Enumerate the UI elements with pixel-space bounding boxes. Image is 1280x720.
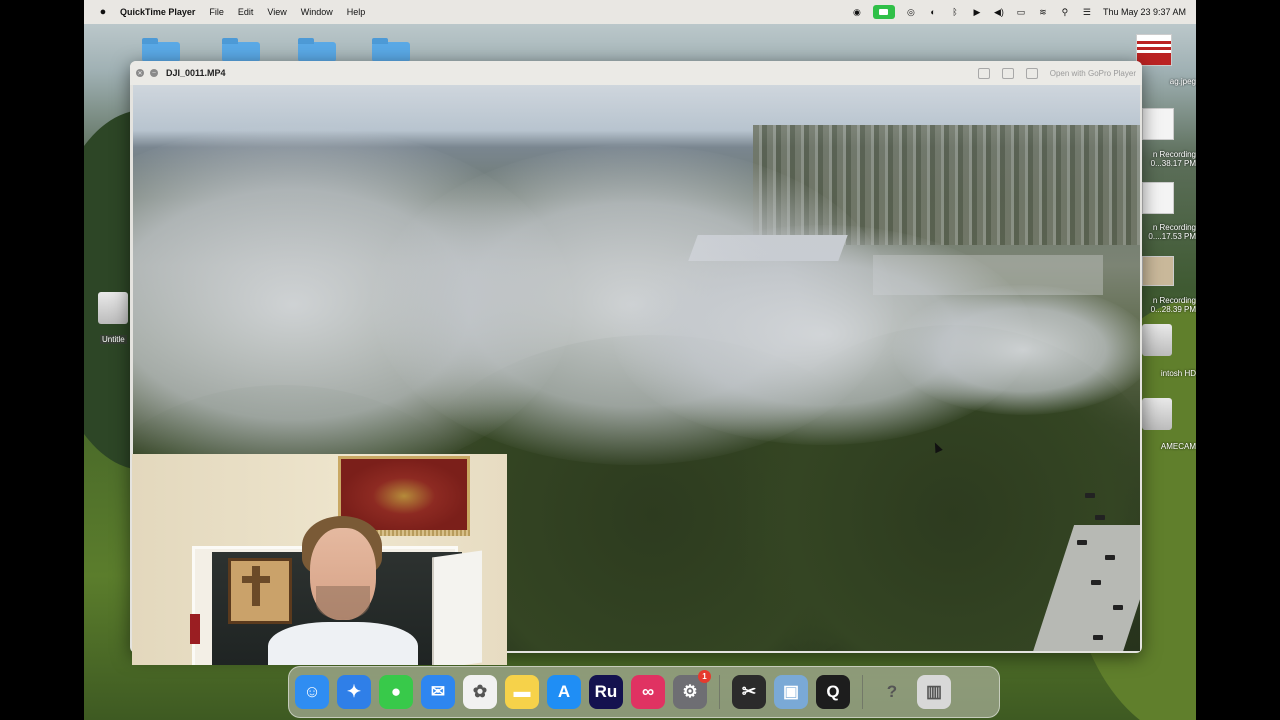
- battery-icon[interactable]: ▭: [1015, 7, 1027, 17]
- cross-icon: [252, 566, 260, 606]
- system-settings-icon[interactable]: ⚙ 1: [673, 670, 711, 709]
- smoke-plume: [893, 285, 1140, 415]
- recording-thumbnail-icon[interactable]: [1142, 108, 1174, 140]
- car: [1093, 635, 1103, 640]
- recording-thumbnail-icon[interactable]: [1142, 182, 1174, 214]
- mail-icon[interactable]: ✉: [421, 675, 455, 709]
- menu-bar-extras: ◉ ◎ ◐ ᛒ ▶ ◀) ▭ ≋ ⚲ ☰ Thu May 23 9:37 AM: [851, 0, 1186, 24]
- drive-icon[interactable]: [98, 292, 128, 324]
- facetime-camera-icon[interactable]: [872, 5, 895, 19]
- wifi-icon[interactable]: ≋: [1037, 7, 1049, 17]
- folder-icon[interactable]: [222, 38, 260, 62]
- rotate-icon[interactable]: [1001, 67, 1014, 79]
- desktop-item-label[interactable]: ag.jpeg: [1156, 77, 1196, 86]
- messages-icon[interactable]: ●: [379, 675, 413, 709]
- webcam-overlay: [132, 454, 507, 665]
- car: [1105, 555, 1115, 560]
- folder-icon[interactable]: [372, 38, 410, 62]
- minimize-icon[interactable]: –: [150, 69, 158, 77]
- app-store-icon[interactable]: A: [547, 675, 581, 709]
- window-titlebar[interactable]: ✕ – DJI_0011.MP4 Open with GoPro Player: [130, 61, 1142, 85]
- recording-thumbnail-icon[interactable]: [1142, 256, 1174, 286]
- sync-icon[interactable]: ◐: [927, 7, 939, 17]
- trash-icon[interactable]: ▥: [917, 675, 951, 709]
- control-center-icon[interactable]: ☰: [1081, 7, 1093, 17]
- share-icon[interactable]: [1025, 67, 1038, 79]
- window-title: DJI_0011.MP4: [166, 68, 226, 78]
- record-icon[interactable]: ◉: [851, 7, 863, 17]
- person-beard: [316, 586, 370, 620]
- creative-cloud-icon[interactable]: ∞: [631, 675, 665, 709]
- titlebar-tools: Open with GoPro Player: [977, 61, 1136, 85]
- photos-icon[interactable]: ✿: [463, 675, 497, 709]
- cross-bar: [242, 576, 270, 583]
- menu-help[interactable]: Help: [347, 7, 366, 17]
- trim-icon[interactable]: [977, 67, 990, 79]
- menu-edit[interactable]: Edit: [238, 7, 254, 17]
- finder-icon[interactable]: ☺: [295, 675, 329, 709]
- play-icon[interactable]: ▶: [971, 7, 983, 17]
- car: [1113, 605, 1123, 610]
- notes-icon[interactable]: ▬: [505, 675, 539, 709]
- desktop-item-label[interactable]: Untitle: [100, 335, 127, 344]
- open-with-button[interactable]: Open with GoPro Player: [1050, 69, 1136, 78]
- volume-icon[interactable]: ◀): [993, 7, 1005, 17]
- menu-app-name[interactable]: QuickTime Player: [120, 7, 195, 17]
- menu-file[interactable]: File: [209, 7, 224, 17]
- safari-icon[interactable]: ✦: [337, 675, 371, 709]
- dock-separator: [862, 675, 863, 709]
- hard-drive-icon[interactable]: [1142, 324, 1172, 356]
- menu-bar: ● QuickTime Player File Edit View Window…: [84, 0, 1196, 24]
- open-door: [432, 550, 482, 665]
- car: [1091, 580, 1101, 585]
- menu-clock[interactable]: Thu May 23 9:37 AM: [1103, 7, 1186, 17]
- quicktime-icon[interactable]: Q: [816, 675, 850, 709]
- notification-badge: 1: [698, 670, 711, 683]
- screen-mirror-icon[interactable]: ◎: [905, 7, 917, 17]
- close-icon[interactable]: ✕: [136, 69, 144, 77]
- help-icon[interactable]: ?: [875, 675, 909, 709]
- car: [1095, 515, 1105, 520]
- preview-icon[interactable]: ▣: [774, 675, 808, 709]
- premiere-rush-icon[interactable]: Ru: [589, 675, 623, 709]
- person-shirt: [268, 622, 418, 665]
- dock-separator: [719, 675, 720, 709]
- candle: [190, 614, 200, 644]
- folder-icon[interactable]: [298, 38, 336, 62]
- bluetooth-icon[interactable]: ᛒ: [949, 7, 961, 17]
- folder-icon[interactable]: [142, 38, 180, 62]
- car: [1085, 493, 1095, 498]
- external-drive-icon[interactable]: [1142, 398, 1172, 430]
- dock: ☺ ✦ ● ✉ ✿ ▬ A Ru ∞ ⚙ 1 ✂ ▣ Q? ▥: [288, 666, 1000, 718]
- car: [1077, 540, 1087, 545]
- menu-window[interactable]: Window: [301, 7, 333, 17]
- desktop: ● QuickTime Player File Edit View Window…: [84, 0, 1196, 720]
- search-icon[interactable]: ⚲: [1059, 7, 1071, 17]
- person: [268, 514, 418, 665]
- capcut-icon[interactable]: ✂: [732, 675, 766, 709]
- menu-view[interactable]: View: [267, 7, 286, 17]
- apple-menu-icon[interactable]: ●: [96, 6, 110, 18]
